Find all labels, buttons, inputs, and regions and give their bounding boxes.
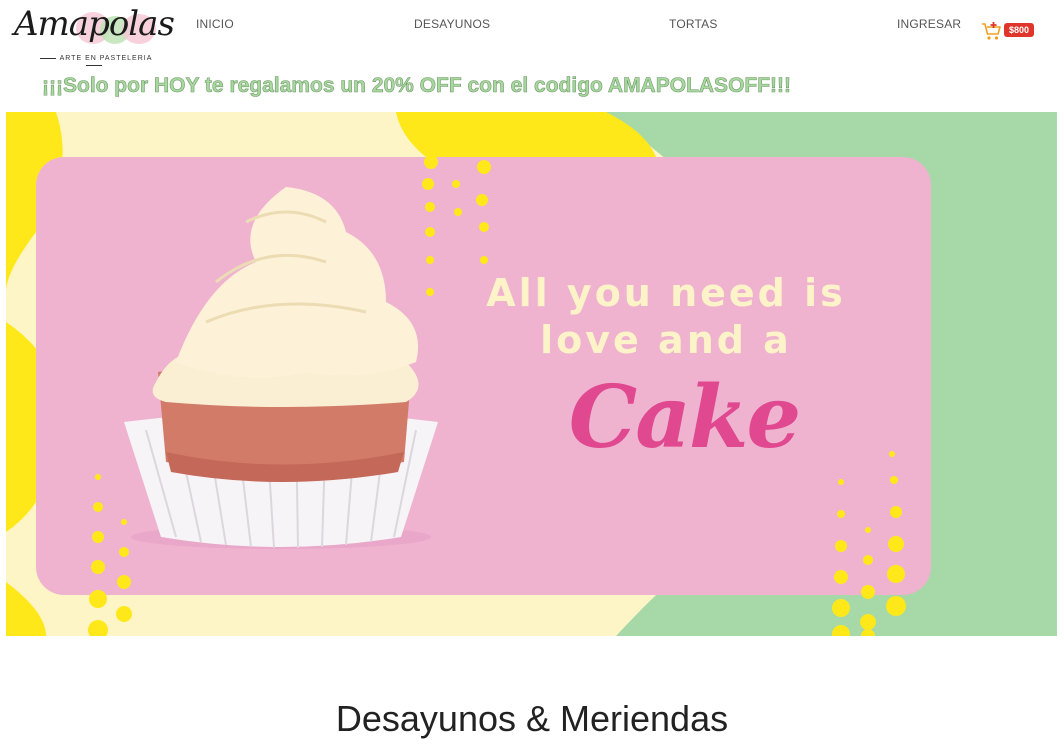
hero-headline-line2: love and a <box>540 318 792 362</box>
nav-tortas[interactable]: TORTAS <box>669 17 718 31</box>
nav-desayunos[interactable]: DESAYUNOS <box>414 17 490 31</box>
cart-plus-icon <box>982 22 1001 40</box>
hero-cake-word: Cake <box>568 367 801 468</box>
brand-logo[interactable]: Amapolas ARTE EN PASTELERIA <box>14 4 175 64</box>
brand-name: Amapolas <box>14 4 175 44</box>
hero-banner-art <box>6 112 1057 636</box>
hero-headline-line1: All you need is <box>486 271 846 315</box>
cart-total-badge: $800 <box>1004 23 1035 37</box>
hero-banner[interactable]: All you need is love and a Cake <box>6 112 1057 636</box>
hero-headline: All you need is love and a <box>466 270 866 364</box>
brand-tagline: ARTE EN PASTELERIA <box>26 55 162 69</box>
site-header: Amapolas ARTE EN PASTELERIA INICIO DESAY… <box>0 0 1064 64</box>
section-title: Desayunos & Meriendas <box>335 697 729 739</box>
promo-banner-text: ¡¡¡Solo por HOY te regalamos un 20% OFF … <box>42 74 792 98</box>
nav-inicio[interactable]: INICIO <box>196 17 234 31</box>
cart-button[interactable]: $800 <box>981 20 1043 42</box>
nav-ingresar[interactable]: INGRESAR <box>897 17 961 31</box>
